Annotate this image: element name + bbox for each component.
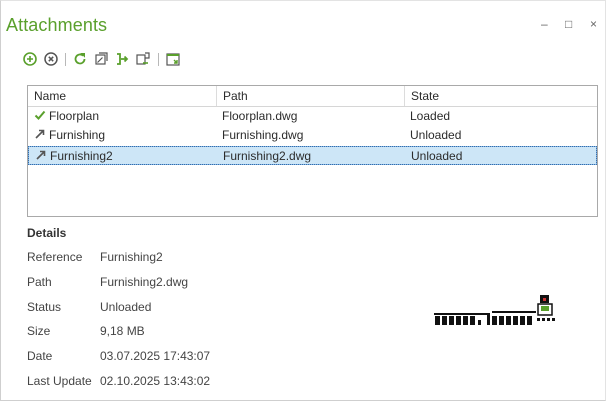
check-icon — [34, 110, 46, 120]
detail-value-last-update: 02.10.2025 13:43:02 — [100, 374, 211, 388]
detail-value-date: 03.07.2025 17:43:07 — [100, 349, 211, 363]
table-row[interactable]: Furnishing Furnishing.dwg Unloaded — [28, 126, 597, 145]
detail-label-reference: Reference — [27, 250, 83, 264]
column-header-path[interactable]: Path — [216, 86, 404, 106]
details-heading: Details — [27, 226, 67, 240]
row-path: Floorplan.dwg — [222, 109, 298, 123]
toolbar-separator — [65, 53, 66, 66]
open-drawing-button[interactable] — [165, 51, 181, 67]
remove-attachment-button[interactable] — [43, 51, 59, 67]
drawing-preview-thumbnail — [434, 295, 555, 325]
bind-button[interactable] — [114, 51, 130, 67]
row-state: Loaded — [410, 109, 451, 123]
row-state: Unloaded — [411, 149, 463, 163]
bind-icon — [117, 53, 129, 65]
reload-button[interactable] — [72, 51, 88, 67]
table-row-selected[interactable]: Furnishing2 Furnishing2.dwg Unloaded — [28, 146, 597, 165]
unload-icon — [95, 52, 108, 65]
row-state: Unloaded — [410, 128, 462, 142]
add-circle-icon — [23, 52, 37, 66]
maximize-button[interactable]: □ — [565, 17, 572, 31]
row-name: Furnishing2 — [50, 149, 113, 163]
unload-button[interactable] — [93, 51, 109, 67]
table-row[interactable]: Floorplan Floorplan.dwg Loaded — [28, 107, 597, 126]
row-name: Floorplan — [49, 109, 100, 123]
detail-value-status: Unloaded — [100, 300, 152, 314]
row-name: Furnishing — [49, 128, 106, 142]
toolbar-separator — [158, 53, 159, 66]
add-attachment-button[interactable] — [22, 51, 38, 67]
detail-label-status: Status — [27, 300, 62, 314]
detail-value-path: Furnishing2.dwg — [100, 275, 189, 289]
detail-label-size: Size — [27, 324, 51, 338]
detail-label-last-update: Last Update — [27, 374, 92, 388]
row-path: Furnishing.dwg — [222, 128, 304, 142]
detach-button[interactable] — [135, 51, 151, 67]
unloaded-arrow-icon — [35, 129, 45, 139]
close-button[interactable]: × — [590, 17, 597, 31]
detach-icon — [136, 52, 150, 65]
detail-label-date: Date — [27, 349, 53, 363]
column-header-name[interactable]: Name — [28, 86, 216, 106]
panel-title: Attachments — [6, 15, 108, 35]
open-drawing-icon — [166, 53, 180, 66]
unloaded-arrow-icon — [36, 150, 46, 160]
row-path: Furnishing2.dwg — [223, 149, 312, 163]
column-header-state[interactable]: State — [404, 86, 597, 106]
reload-icon — [74, 53, 86, 65]
minimize-button[interactable]: – — [541, 17, 548, 31]
table-header: Name Path State — [28, 86, 597, 107]
detail-value-size: 9,18 MB — [100, 324, 145, 338]
remove-circle-icon — [44, 52, 58, 66]
detail-value-reference: Furnishing2 — [100, 250, 163, 264]
detail-label-path: Path — [27, 275, 52, 289]
attachments-table: Name Path State Floorplan Floorplan.dwg … — [27, 85, 598, 217]
